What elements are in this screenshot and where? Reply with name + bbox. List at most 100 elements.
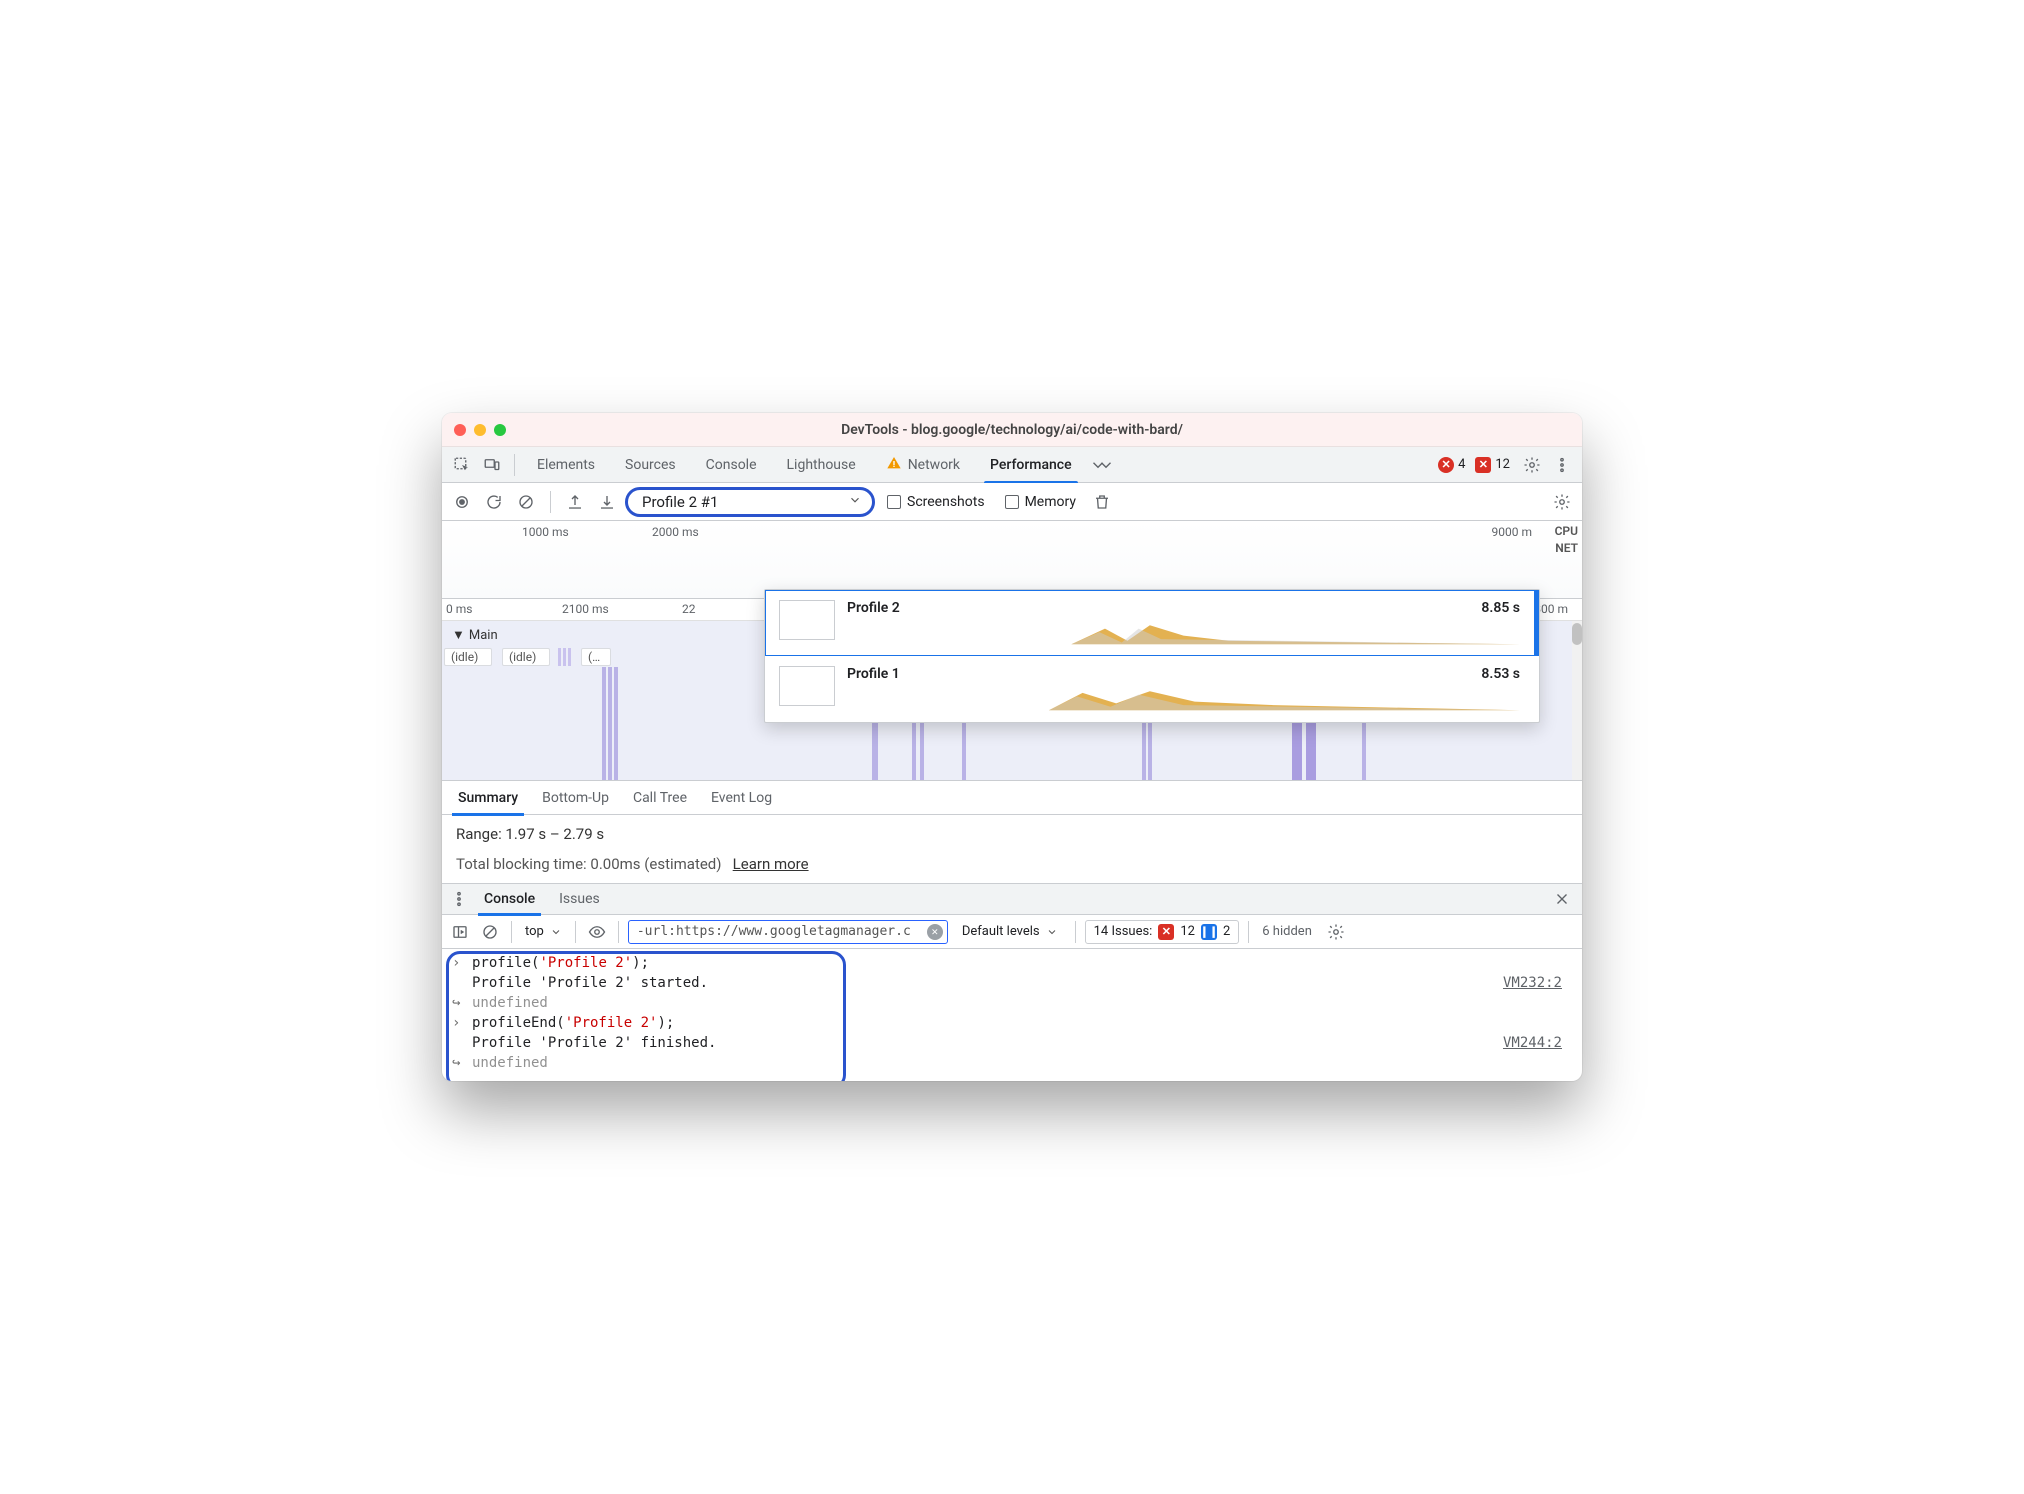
divider bbox=[1248, 921, 1249, 943]
delete-profile-icon[interactable] bbox=[1088, 488, 1116, 516]
scrollbar-thumb[interactable] bbox=[1572, 623, 1582, 645]
issue-count: 12 bbox=[1495, 457, 1510, 472]
devtools-window: DevTools - blog.google/technology/ai/cod… bbox=[442, 413, 1582, 1081]
issues-label: 14 Issues: bbox=[1094, 924, 1153, 939]
issue-count-badge[interactable]: ✕ 12 bbox=[1475, 457, 1510, 473]
error-square-icon: ✕ bbox=[1475, 457, 1491, 473]
console-settings-icon[interactable] bbox=[1322, 918, 1350, 946]
tab-elements[interactable]: Elements bbox=[523, 447, 609, 483]
screenshots-checkbox[interactable]: Screenshots bbox=[887, 494, 985, 510]
kebab-menu-icon[interactable] bbox=[1548, 451, 1576, 479]
issues-chip[interactable]: 14 Issues: ✕ 12 ❙❙ 2 bbox=[1085, 920, 1240, 944]
profile-sparkline bbox=[847, 686, 1520, 712]
profile-select[interactable]: Profile 2 #1 bbox=[625, 487, 875, 517]
close-drawer-icon[interactable] bbox=[1548, 885, 1576, 913]
overview-tick: 9000 m bbox=[1492, 525, 1532, 539]
log-levels-label: Default levels bbox=[962, 924, 1040, 939]
tab-console[interactable]: Console bbox=[692, 447, 771, 483]
drawer-tab-console[interactable]: Console bbox=[474, 883, 545, 915]
tab-network[interactable]: Network bbox=[872, 447, 974, 483]
tab-sources[interactable]: Sources bbox=[611, 447, 690, 483]
source-link[interactable]: VM232:2 bbox=[1503, 975, 1572, 991]
profile-option[interactable]: Profile 1 8.53 s bbox=[765, 656, 1539, 722]
zoom-window-button[interactable] bbox=[494, 424, 506, 436]
tab-performance[interactable]: Performance bbox=[976, 447, 1086, 483]
divider bbox=[575, 921, 576, 943]
error-count: 4 bbox=[1458, 457, 1465, 472]
memory-checkbox[interactable]: Memory bbox=[1005, 494, 1076, 510]
warning-icon bbox=[886, 455, 902, 475]
divider bbox=[618, 921, 619, 943]
traffic-lights bbox=[454, 424, 506, 436]
checkbox-icon bbox=[887, 495, 901, 509]
console-output[interactable]: › profile('Profile 2'); Profile 'Profile… bbox=[442, 949, 1582, 1081]
profile-select-value: Profile 2 #1 bbox=[642, 493, 718, 511]
clear-icon[interactable] bbox=[512, 488, 540, 516]
console-log-line: Profile 'Profile 2' finished. VM244:2 bbox=[442, 1033, 1582, 1053]
overview-timeline[interactable]: 1000 ms 2000 ms 9000 m CPU NET bbox=[442, 521, 1582, 599]
tab-call-tree[interactable]: Call Tree bbox=[623, 781, 697, 815]
profile-option-selected[interactable]: Profile 2 8.85 s bbox=[765, 590, 1539, 656]
error-count-badge[interactable]: ✕ 4 bbox=[1438, 457, 1465, 473]
inspect-element-icon[interactable] bbox=[448, 451, 476, 479]
performance-toolbar: Profile 2 #1 Screenshots Memory bbox=[442, 483, 1582, 521]
detail-tick: 2100 ms bbox=[562, 602, 609, 616]
profile-thumbnail bbox=[779, 666, 835, 706]
learn-more-link[interactable]: Learn more bbox=[733, 855, 809, 873]
log-levels-selector[interactable]: Default levels bbox=[954, 920, 1066, 944]
console-sidebar-toggle-icon[interactable] bbox=[448, 918, 472, 946]
summary-tabs: Summary Bottom-Up Call Tree Event Log bbox=[442, 781, 1582, 815]
hidden-count[interactable]: 6 hidden bbox=[1258, 924, 1316, 939]
main-tabs-bar: Elements Sources Console Lighthouse Netw… bbox=[442, 447, 1582, 483]
device-toolbar-icon[interactable] bbox=[478, 451, 506, 479]
upload-profile-icon[interactable] bbox=[561, 488, 589, 516]
cpu-label: CPU bbox=[1555, 523, 1578, 540]
context-label: top bbox=[525, 924, 544, 939]
reload-record-icon[interactable] bbox=[480, 488, 508, 516]
profile-duration: 8.53 s bbox=[1481, 666, 1520, 682]
profile-dropdown: Profile 2 8.85 s Profile 1 bbox=[764, 589, 1540, 723]
drawer-tab-issues[interactable]: Issues bbox=[549, 883, 610, 915]
main-thread-label: ▼Main bbox=[452, 627, 498, 643]
close-window-button[interactable] bbox=[454, 424, 466, 436]
more-tabs-icon[interactable] bbox=[1088, 451, 1116, 479]
checkbox-icon bbox=[1005, 495, 1019, 509]
detail-tick: 0 ms bbox=[446, 602, 472, 616]
console-input-line: › profileEnd('Profile 2'); bbox=[442, 1013, 1582, 1033]
minimize-window-button[interactable] bbox=[474, 424, 486, 436]
drawer-tabs: Console Issues bbox=[442, 883, 1582, 915]
memory-label: Memory bbox=[1025, 494, 1076, 510]
divider bbox=[550, 491, 551, 513]
profile-name: Profile 2 bbox=[847, 600, 900, 616]
tab-bottom-up[interactable]: Bottom-Up bbox=[532, 781, 619, 815]
idle-pill: (idle) bbox=[502, 648, 550, 666]
console-return-line: ↩ undefined bbox=[442, 1053, 1582, 1073]
tab-network-label: Network bbox=[908, 457, 960, 473]
summary-body: Range: 1.97 s – 2.79 s Total blocking ti… bbox=[442, 815, 1582, 883]
filter-value: -url:https://www.googletagmanager.c bbox=[637, 924, 921, 939]
clear-console-icon[interactable] bbox=[478, 918, 502, 946]
console-filter-input[interactable]: -url:https://www.googletagmanager.c ✕ bbox=[628, 920, 948, 944]
record-icon[interactable] bbox=[448, 488, 476, 516]
drawer-kebab-icon[interactable] bbox=[448, 885, 470, 913]
download-profile-icon[interactable] bbox=[593, 488, 621, 516]
summary-tbt: Total blocking time: 0.00ms (estimated) bbox=[456, 855, 722, 873]
profile-duration: 8.85 s bbox=[1481, 600, 1520, 616]
flame-scrollbar[interactable] bbox=[1572, 621, 1582, 780]
tab-summary[interactable]: Summary bbox=[448, 781, 528, 815]
tab-event-log[interactable]: Event Log bbox=[701, 781, 782, 815]
truncated-pill: (… bbox=[581, 648, 611, 666]
divider bbox=[1075, 921, 1076, 943]
issues-info-count: 2 bbox=[1223, 924, 1230, 939]
live-expression-icon[interactable] bbox=[585, 918, 609, 946]
tab-lighthouse[interactable]: Lighthouse bbox=[773, 447, 870, 483]
divider bbox=[514, 454, 515, 476]
overview-right-labels: CPU NET bbox=[1555, 523, 1578, 557]
settings-icon[interactable] bbox=[1518, 451, 1546, 479]
panel-settings-icon[interactable] bbox=[1548, 488, 1576, 516]
idle-pill: (idle) bbox=[444, 648, 492, 666]
context-selector[interactable]: top bbox=[521, 920, 566, 944]
clear-filter-icon[interactable]: ✕ bbox=[927, 924, 943, 940]
source-link[interactable]: VM244:2 bbox=[1503, 1035, 1572, 1051]
console-toolbar: top -url:https://www.googletagmanager.c … bbox=[442, 915, 1582, 949]
